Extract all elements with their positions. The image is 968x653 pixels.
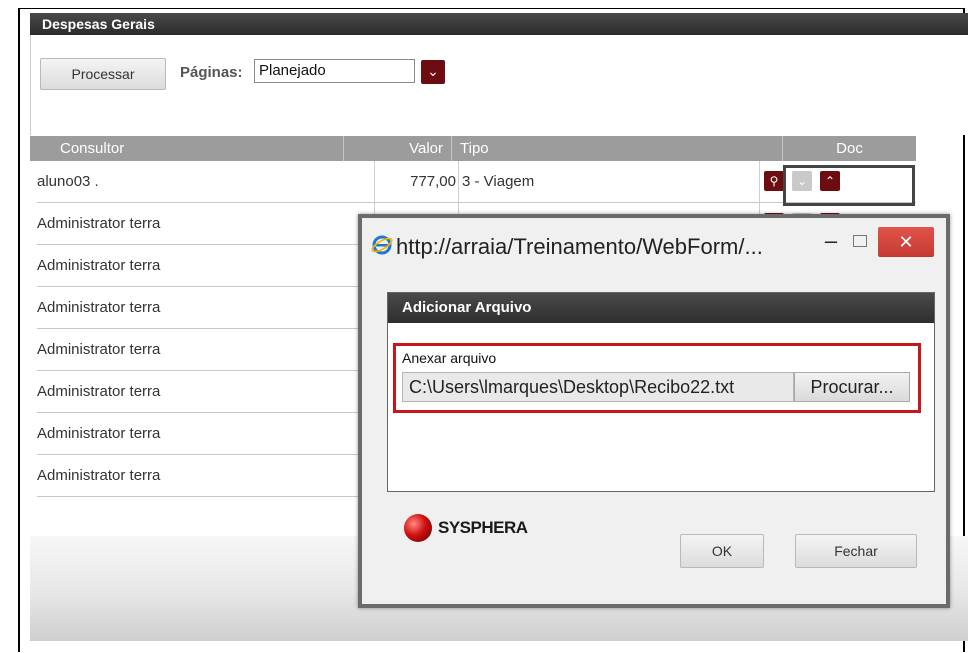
add-file-dialog: http://arraia/Treinamento/WebForm/... – … bbox=[358, 214, 950, 608]
header-consultor[interactable]: Consultor bbox=[30, 136, 344, 161]
minimize-button[interactable]: – bbox=[818, 228, 844, 254]
maximize-button[interactable] bbox=[848, 230, 870, 252]
cell-valor: 777,00 bbox=[374, 161, 459, 202]
cell-consultor: Administrator terra bbox=[37, 287, 375, 328]
dialog-window-title: http://arraia/Treinamento/WebForm/... bbox=[396, 234, 763, 259]
fechar-button[interactable]: Fechar bbox=[795, 534, 917, 568]
cell-consultor: Administrator terra bbox=[37, 371, 375, 412]
paginas-label: Páginas: bbox=[180, 64, 243, 81]
attach-file-label: Anexar arquivo bbox=[402, 350, 497, 366]
dialog-titlebar[interactable]: http://arraia/Treinamento/WebForm/... – … bbox=[362, 218, 946, 274]
add-file-panel-title: Adicionar Arquivo bbox=[388, 293, 934, 323]
panel-body bbox=[30, 35, 968, 135]
cell-consultor: Administrator terra bbox=[37, 329, 375, 370]
processar-button[interactable]: Processar bbox=[40, 58, 166, 90]
chevron-down-icon[interactable]: ⌄ bbox=[421, 60, 445, 84]
close-icon[interactable]: ✕ bbox=[878, 227, 934, 257]
doc-cell-focus bbox=[783, 165, 915, 206]
header-doc[interactable]: Doc bbox=[782, 136, 916, 161]
paginas-select[interactable]: Planejado bbox=[254, 59, 415, 83]
header-valor[interactable]: Valor bbox=[344, 136, 452, 161]
cell-consultor bbox=[37, 497, 375, 538]
ok-button[interactable]: OK bbox=[680, 534, 764, 568]
panel-title: Despesas Gerais bbox=[30, 13, 968, 35]
ie-icon bbox=[371, 235, 393, 255]
cell-consultor: Administrator terra bbox=[37, 203, 375, 244]
add-file-panel: Adicionar Arquivo Anexar arquivo C:\User… bbox=[387, 292, 935, 492]
cell-consultor: Administrator terra bbox=[37, 455, 375, 496]
logo-ball-icon bbox=[404, 514, 432, 542]
header-tipo[interactable]: Tipo bbox=[452, 136, 752, 161]
file-path-input[interactable]: C:\Users\lmarques\Desktop\Recibo22.txt bbox=[402, 372, 794, 402]
grid-header: Consultor Valor Tipo Doc bbox=[30, 136, 916, 161]
browse-button[interactable]: Procurar... bbox=[794, 372, 910, 402]
attach-file-group: Anexar arquivo C:\Users\lmarques\Desktop… bbox=[393, 343, 921, 413]
logo-text: SYSPHERA bbox=[438, 518, 528, 537]
cell-consultor: Administrator terra bbox=[37, 245, 375, 286]
cell-consultor: Administrator terra bbox=[37, 413, 375, 454]
search-icon[interactable]: ⚲ bbox=[764, 171, 784, 191]
cell-tipo: 3 - Viagem bbox=[462, 173, 535, 190]
cell-consultor: aluno03 . bbox=[37, 161, 375, 202]
